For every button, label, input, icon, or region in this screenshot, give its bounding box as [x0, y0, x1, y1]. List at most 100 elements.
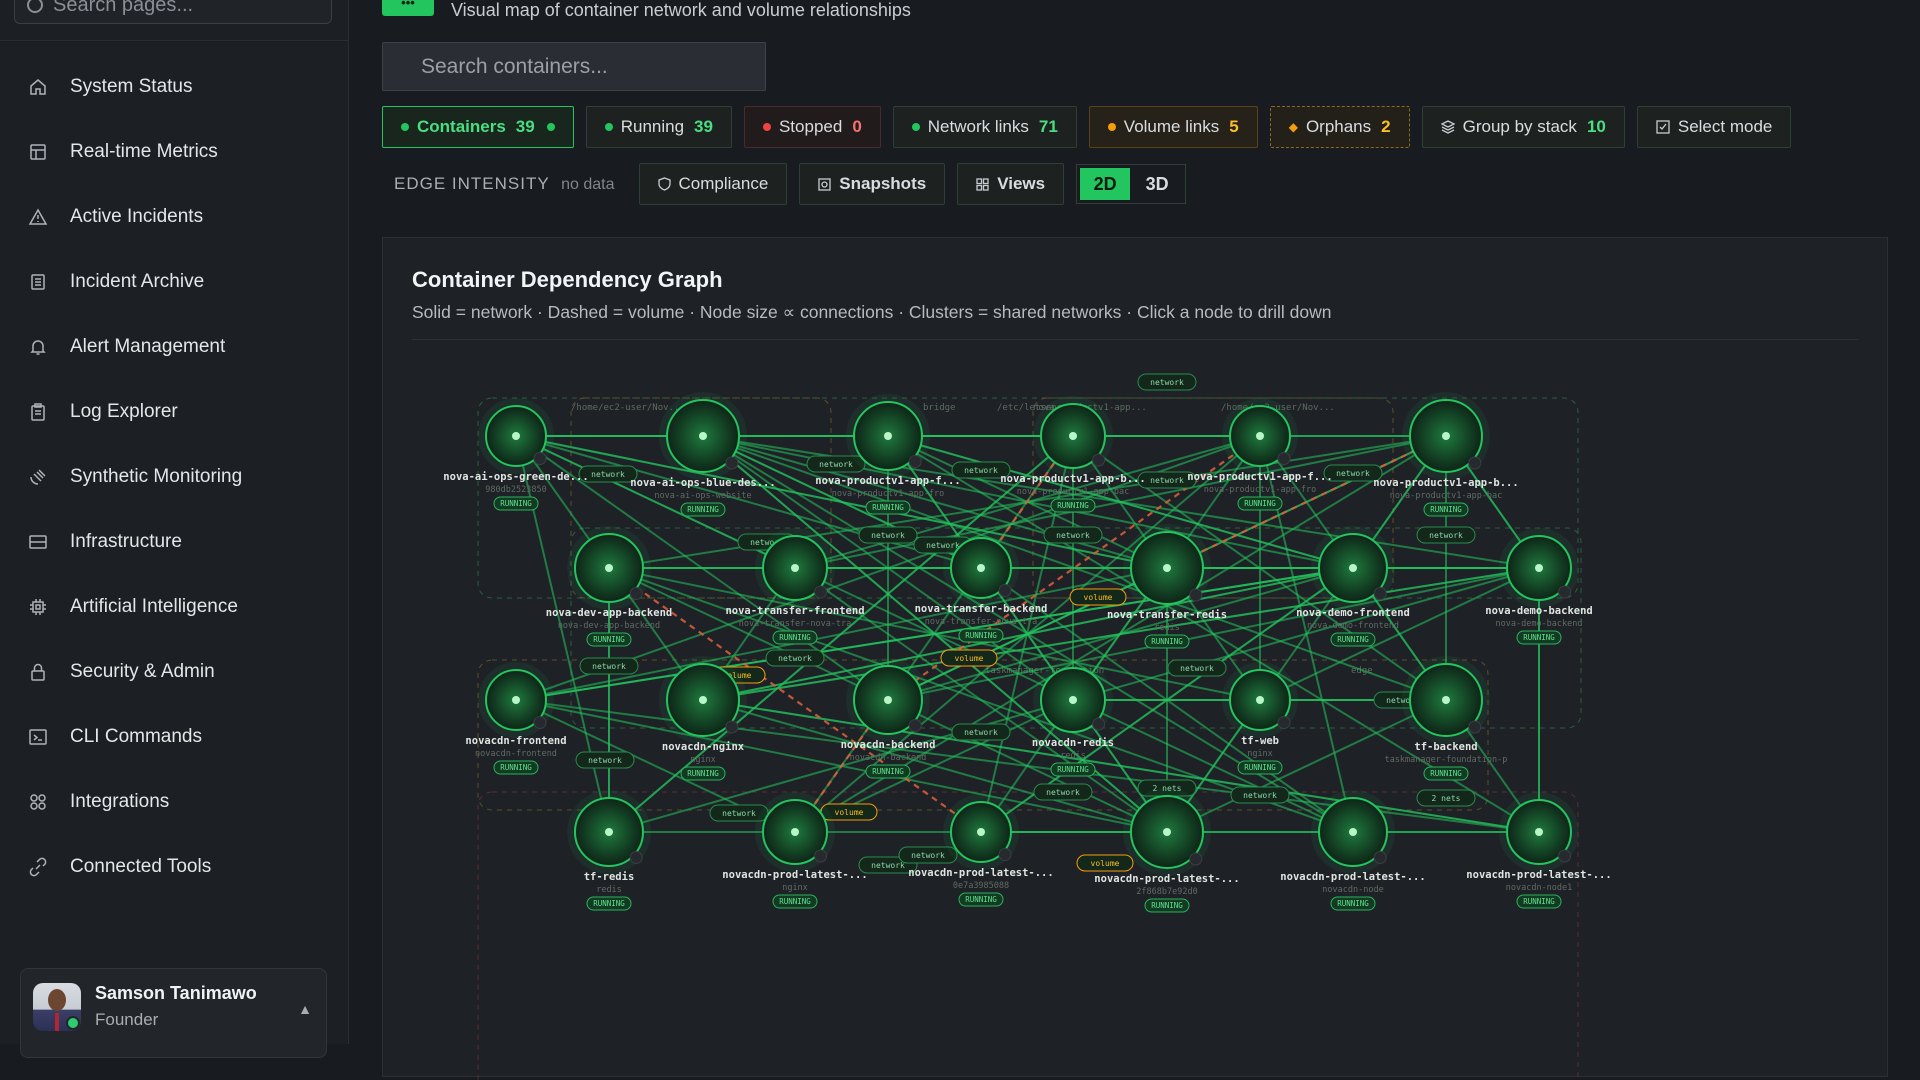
dependency-graph-canvas[interactable]: /home/ec2-user/Nov... bridge/etc/letsencr…	[383, 340, 1887, 1080]
edge-label: network	[778, 654, 812, 663]
edge-label: network	[1336, 469, 1370, 478]
container-search-input[interactable]	[382, 42, 766, 91]
node-menu-dot[interactable]	[814, 585, 828, 599]
filter-label: Orphans	[1305, 117, 1372, 136]
node-core	[605, 828, 613, 836]
node-menu-dot[interactable]	[1373, 587, 1387, 600]
node-menu-dot[interactable]	[725, 456, 739, 470]
node-name: nova-productv1-app-f...	[1187, 471, 1332, 483]
node-image: 2f868b7e92d0	[1136, 887, 1197, 897]
node-image: 980db2523850	[485, 485, 546, 495]
sidebar-item-cli-commands[interactable]: CLI Commands	[0, 704, 348, 769]
node-name: nova-productv1-app-f...	[815, 475, 960, 487]
compliance-button[interactable]: Compliance	[638, 163, 788, 205]
select-mode-button[interactable]: Select mode	[1636, 106, 1792, 148]
filter-label: Network links	[927, 117, 1029, 136]
checkbox-icon	[1656, 120, 1670, 134]
node-name: tf-web	[1241, 735, 1279, 747]
filter-stopped[interactable]: Stopped 0	[743, 106, 881, 148]
status-label: RUNNING	[1151, 637, 1183, 646]
node-menu-dot[interactable]	[1373, 851, 1387, 864]
sidebar-item-log-explorer[interactable]: Log Explorer	[0, 379, 348, 444]
node-menu-dot[interactable]	[629, 587, 643, 600]
user-menu[interactable]: Samson Tanimawo Founder ▲	[20, 968, 327, 1058]
node-menu-dot[interactable]	[725, 720, 739, 734]
view-2d-button[interactable]: 2D	[1080, 168, 1131, 200]
views-button[interactable]: Views	[957, 163, 1065, 205]
status-label: RUNNING	[965, 895, 997, 904]
sidebar-item-label: Artificial Intelligence	[70, 595, 238, 617]
node-menu-dot[interactable]	[629, 851, 643, 864]
node-menu-dot[interactable]	[1558, 849, 1572, 863]
sidebar-item-synthetic-monitoring[interactable]: Synthetic Monitoring	[0, 444, 348, 509]
sidebar-item-active-incidents[interactable]: Active Incidents	[0, 184, 348, 249]
node-name: novacdn-prod-latest-...	[1466, 869, 1611, 881]
node-menu-dot[interactable]	[998, 848, 1012, 861]
page-search-input[interactable]: Search pages...	[14, 0, 332, 24]
filter-network-links[interactable]: Network links 71	[892, 106, 1077, 148]
filter-label: Running	[620, 117, 685, 136]
filter-count: 0	[852, 117, 862, 136]
sidebar-item-integrations[interactable]: Integrations	[0, 769, 348, 834]
snapshots-button[interactable]: Snapshots	[799, 163, 946, 205]
bell-icon	[30, 339, 46, 355]
node-name: novacdn-prod-latest-...	[722, 869, 867, 881]
node-menu-dot[interactable]	[1277, 452, 1291, 465]
dimension-toggle: 2D 3D	[1076, 164, 1187, 204]
sidebar-item-label: Integrations	[70, 790, 170, 812]
node-menu-dot[interactable]	[908, 719, 922, 732]
filter-count: 10	[1586, 117, 1606, 136]
node-menu-dot[interactable]	[908, 455, 922, 468]
edge-label: network	[1180, 664, 1214, 673]
node-image: nova-ai-ops-website	[654, 491, 751, 501]
filter-volume-links[interactable]: Volume links 5	[1088, 106, 1258, 148]
sidebar-item-system-status[interactable]: System Status	[0, 54, 348, 119]
node-menu-dot[interactable]	[1468, 456, 1482, 470]
node-name: tf-redis	[584, 871, 635, 883]
node-menu-dot[interactable]	[1277, 716, 1291, 729]
node-core	[1349, 828, 1357, 836]
node-menu-dot[interactable]	[533, 452, 547, 465]
edge-label: network	[592, 662, 626, 671]
active-dot-icon	[546, 123, 555, 131]
node-menu-dot[interactable]	[814, 849, 828, 863]
node-menu-dot[interactable]	[1092, 717, 1106, 731]
filter-containers[interactable]: Containers 39	[382, 106, 574, 148]
sidebar-item-alert-management[interactable]: Alert Management	[0, 314, 348, 379]
dot-icon	[911, 123, 920, 131]
diamond-icon: ◆	[1288, 120, 1298, 134]
sidebar-item-incident-archive[interactable]: Incident Archive	[0, 249, 348, 314]
group-by-stack-toggle[interactable]: Group by stack 10	[1421, 106, 1625, 148]
node-menu-dot[interactable]	[1558, 585, 1572, 599]
filter-running[interactable]: Running 39	[585, 106, 732, 148]
sidebar-item-connected-tools[interactable]: Connected Tools	[0, 834, 348, 899]
sidebar-item-label: Alert Management	[70, 335, 226, 357]
node-menu-dot[interactable]	[1468, 720, 1482, 734]
node-menu-dot[interactable]	[998, 584, 1012, 597]
sidebar-item-infrastructure[interactable]: Infrastructure	[0, 509, 348, 574]
node-menu-dot[interactable]	[533, 716, 547, 729]
sidebar-item-realtime-metrics[interactable]: Real-time Metrics	[0, 119, 348, 184]
status-label: RUNNING	[500, 499, 532, 508]
node-core	[884, 696, 892, 704]
node-image: nova-demo-backend	[1496, 619, 1583, 629]
node-core	[512, 696, 520, 704]
metrics-icon	[30, 143, 46, 160]
filter-label: Containers	[417, 117, 506, 136]
archive-icon	[31, 273, 45, 290]
node-menu-dot[interactable]	[1189, 852, 1203, 866]
sidebar-item-artificial-intelligence[interactable]: Artificial Intelligence	[0, 574, 348, 639]
filter-orphans[interactable]: ◆ Orphans 2	[1269, 106, 1410, 148]
page-search-placeholder: Search pages...	[53, 0, 194, 16]
node-core	[791, 564, 799, 572]
node-name: nova-transfer-backend	[915, 603, 1048, 615]
status-label: RUNNING	[872, 767, 904, 776]
sidebar-item-security-admin[interactable]: Security & Admin	[0, 639, 348, 704]
node-menu-dot[interactable]	[1189, 588, 1203, 602]
node-image: nova-transfer-nova-tra	[739, 619, 852, 629]
node-menu-dot[interactable]	[1092, 453, 1106, 467]
status-label: RUNNING	[687, 505, 719, 514]
chevron-up-icon[interactable]: ▲	[298, 1001, 312, 1017]
view-3d-button[interactable]: 3D	[1132, 168, 1182, 200]
filter-bar: Containers 39 Running 39 Stopped 0 Netwo…	[382, 106, 1792, 148]
